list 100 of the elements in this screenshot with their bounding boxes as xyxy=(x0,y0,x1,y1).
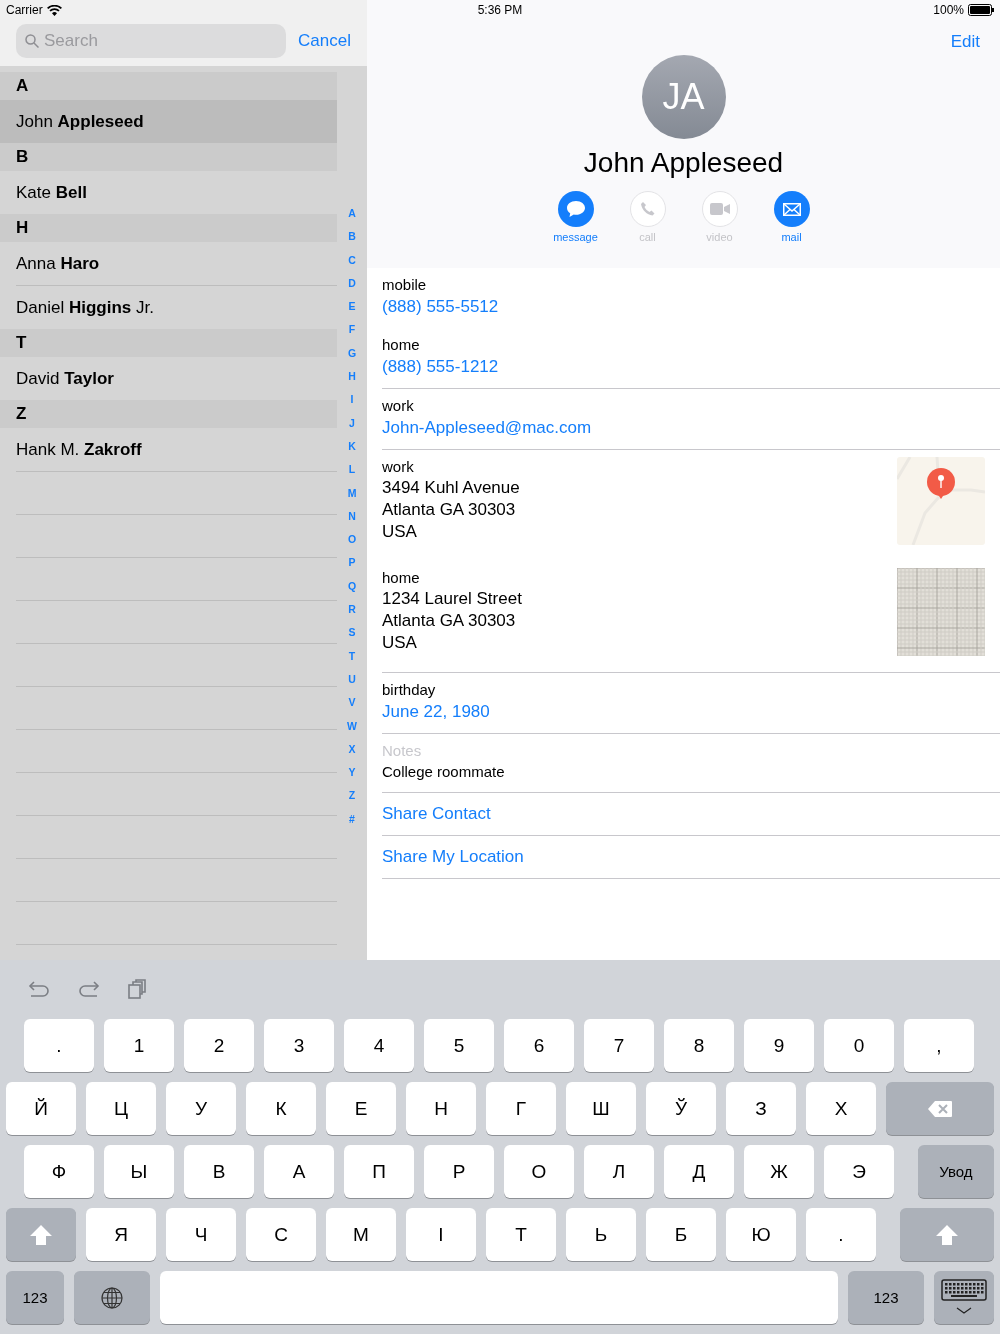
battery-icon xyxy=(968,4,994,16)
key[interactable]: О xyxy=(504,1145,574,1198)
backspace-key[interactable] xyxy=(886,1082,994,1135)
key[interactable]: 4 xyxy=(344,1019,414,1072)
section-header: H xyxy=(0,214,337,242)
section-header: Z xyxy=(0,400,337,428)
contact-row[interactable]: David Taylor xyxy=(0,357,337,400)
key[interactable]: 7 xyxy=(584,1019,654,1072)
key[interactable]: 6 xyxy=(504,1019,574,1072)
field-label: home xyxy=(382,335,421,355)
field-link[interactable]: (888) 555-5512 xyxy=(382,295,1000,319)
globe-icon xyxy=(101,1286,123,1309)
shift-key[interactable] xyxy=(900,1208,994,1261)
key[interactable]: . xyxy=(24,1019,94,1072)
redo-icon[interactable] xyxy=(78,980,100,997)
paste-icon[interactable] xyxy=(128,978,146,999)
field-link[interactable]: June 22, 1980 xyxy=(382,700,1000,724)
contact-name: John Appleseed xyxy=(583,147,784,179)
key[interactable]: П xyxy=(344,1145,414,1198)
key[interactable]: Ў xyxy=(646,1082,716,1135)
carrier-label: Carrier xyxy=(6,3,43,17)
key[interactable]: Ь xyxy=(566,1208,636,1261)
field-label: work xyxy=(382,457,415,477)
field-label: mobile xyxy=(382,275,428,295)
undo-icon[interactable] xyxy=(28,980,50,997)
status-time: 5:36 PM xyxy=(477,3,523,17)
key[interactable]: Б xyxy=(646,1208,716,1261)
avatar: JA xyxy=(641,55,726,139)
key[interactable]: Ш xyxy=(566,1082,636,1135)
key[interactable]: 5 xyxy=(424,1019,494,1072)
section-header: T xyxy=(0,329,337,357)
address-text[interactable]: 3494 Kuhl Avenue Atlanta GA 30303 USA xyxy=(382,477,520,543)
key[interactable]: Х xyxy=(806,1082,876,1135)
field-label: work xyxy=(382,396,415,416)
field-link[interactable]: John-Appleseed@mac.com xyxy=(382,416,1000,440)
key[interactable]: Н xyxy=(406,1082,476,1135)
shift-key[interactable] xyxy=(6,1208,76,1261)
section-header: A xyxy=(0,72,337,100)
key[interactable]: Т xyxy=(486,1208,556,1261)
key[interactable]: 0 xyxy=(824,1019,894,1072)
action-link[interactable]: Share Contact xyxy=(382,804,491,824)
key[interactable]: С xyxy=(246,1208,316,1261)
backspace-icon xyxy=(927,1099,953,1118)
key[interactable]: М xyxy=(326,1208,396,1261)
numbers-key[interactable]: 123 xyxy=(848,1271,924,1324)
key[interactable]: Э xyxy=(824,1145,894,1198)
contact-row[interactable]: Daniel Higgins Jr. xyxy=(0,286,337,329)
key[interactable]: Ы xyxy=(104,1145,174,1198)
speech-bubble-icon xyxy=(565,200,586,218)
field-link[interactable]: (888) 555-1212 xyxy=(382,355,1000,379)
key[interactable]: Ч xyxy=(166,1208,236,1261)
key[interactable]: 9 xyxy=(744,1019,814,1072)
key[interactable]: В xyxy=(184,1145,254,1198)
key[interactable]: Р xyxy=(424,1145,494,1198)
key[interactable]: Л xyxy=(584,1145,654,1198)
key[interactable]: Е xyxy=(326,1082,396,1135)
key[interactable]: 8 xyxy=(664,1019,734,1072)
envelope-icon xyxy=(782,202,801,216)
key[interactable]: Ф xyxy=(24,1145,94,1198)
key[interactable]: У xyxy=(166,1082,236,1135)
key[interactable]: Ж xyxy=(744,1145,814,1198)
key[interactable]: З xyxy=(726,1082,796,1135)
wifi-icon xyxy=(46,4,62,16)
return-key[interactable]: Увод xyxy=(918,1145,994,1198)
video-camera-icon xyxy=(709,203,730,215)
key[interactable]: Д xyxy=(664,1145,734,1198)
battery-percent: 100% xyxy=(933,3,964,17)
key[interactable]: Ц xyxy=(86,1082,156,1135)
search-field[interactable]: Search xyxy=(16,24,287,58)
action-link[interactable]: Share My Location xyxy=(382,847,524,867)
contact-row[interactable]: John Appleseed xyxy=(0,100,337,143)
key[interactable]: Ю xyxy=(726,1208,796,1261)
contact-row[interactable]: Hank M. Zakroff xyxy=(0,428,337,471)
notes-text: College roommate xyxy=(382,762,506,782)
key[interactable]: Я xyxy=(86,1208,156,1261)
numbers-key[interactable]: 123 xyxy=(6,1271,64,1324)
address-text[interactable]: 1234 Laurel Street Atlanta GA 30303 USA xyxy=(382,588,522,654)
section-header: B xyxy=(0,143,337,171)
globe-key[interactable] xyxy=(74,1271,150,1324)
keyboard-dismiss-key[interactable] xyxy=(934,1271,994,1324)
key[interactable]: 3 xyxy=(264,1019,334,1072)
key[interactable]: , xyxy=(904,1019,974,1072)
phone-icon xyxy=(639,201,656,217)
key[interactable]: 1 xyxy=(104,1019,174,1072)
notes-label: Notes xyxy=(382,741,423,761)
key[interactable]: А xyxy=(264,1145,334,1198)
key[interactable]: Г xyxy=(486,1082,556,1135)
key[interactable]: 2 xyxy=(184,1019,254,1072)
field-label: birthday xyxy=(382,680,437,700)
contact-row[interactable]: Anna Haro xyxy=(0,242,337,285)
key[interactable]: Й xyxy=(6,1082,76,1135)
field-label: home xyxy=(382,568,421,588)
edit-button[interactable]: Edit xyxy=(950,32,980,52)
shift-icon xyxy=(29,1223,53,1246)
search-icon xyxy=(25,34,39,48)
shift-icon xyxy=(935,1223,959,1246)
key[interactable]: І xyxy=(406,1208,476,1261)
key[interactable]: . xyxy=(806,1208,876,1261)
key[interactable]: К xyxy=(246,1082,316,1135)
contact-row[interactable]: Kate Bell xyxy=(0,171,337,214)
